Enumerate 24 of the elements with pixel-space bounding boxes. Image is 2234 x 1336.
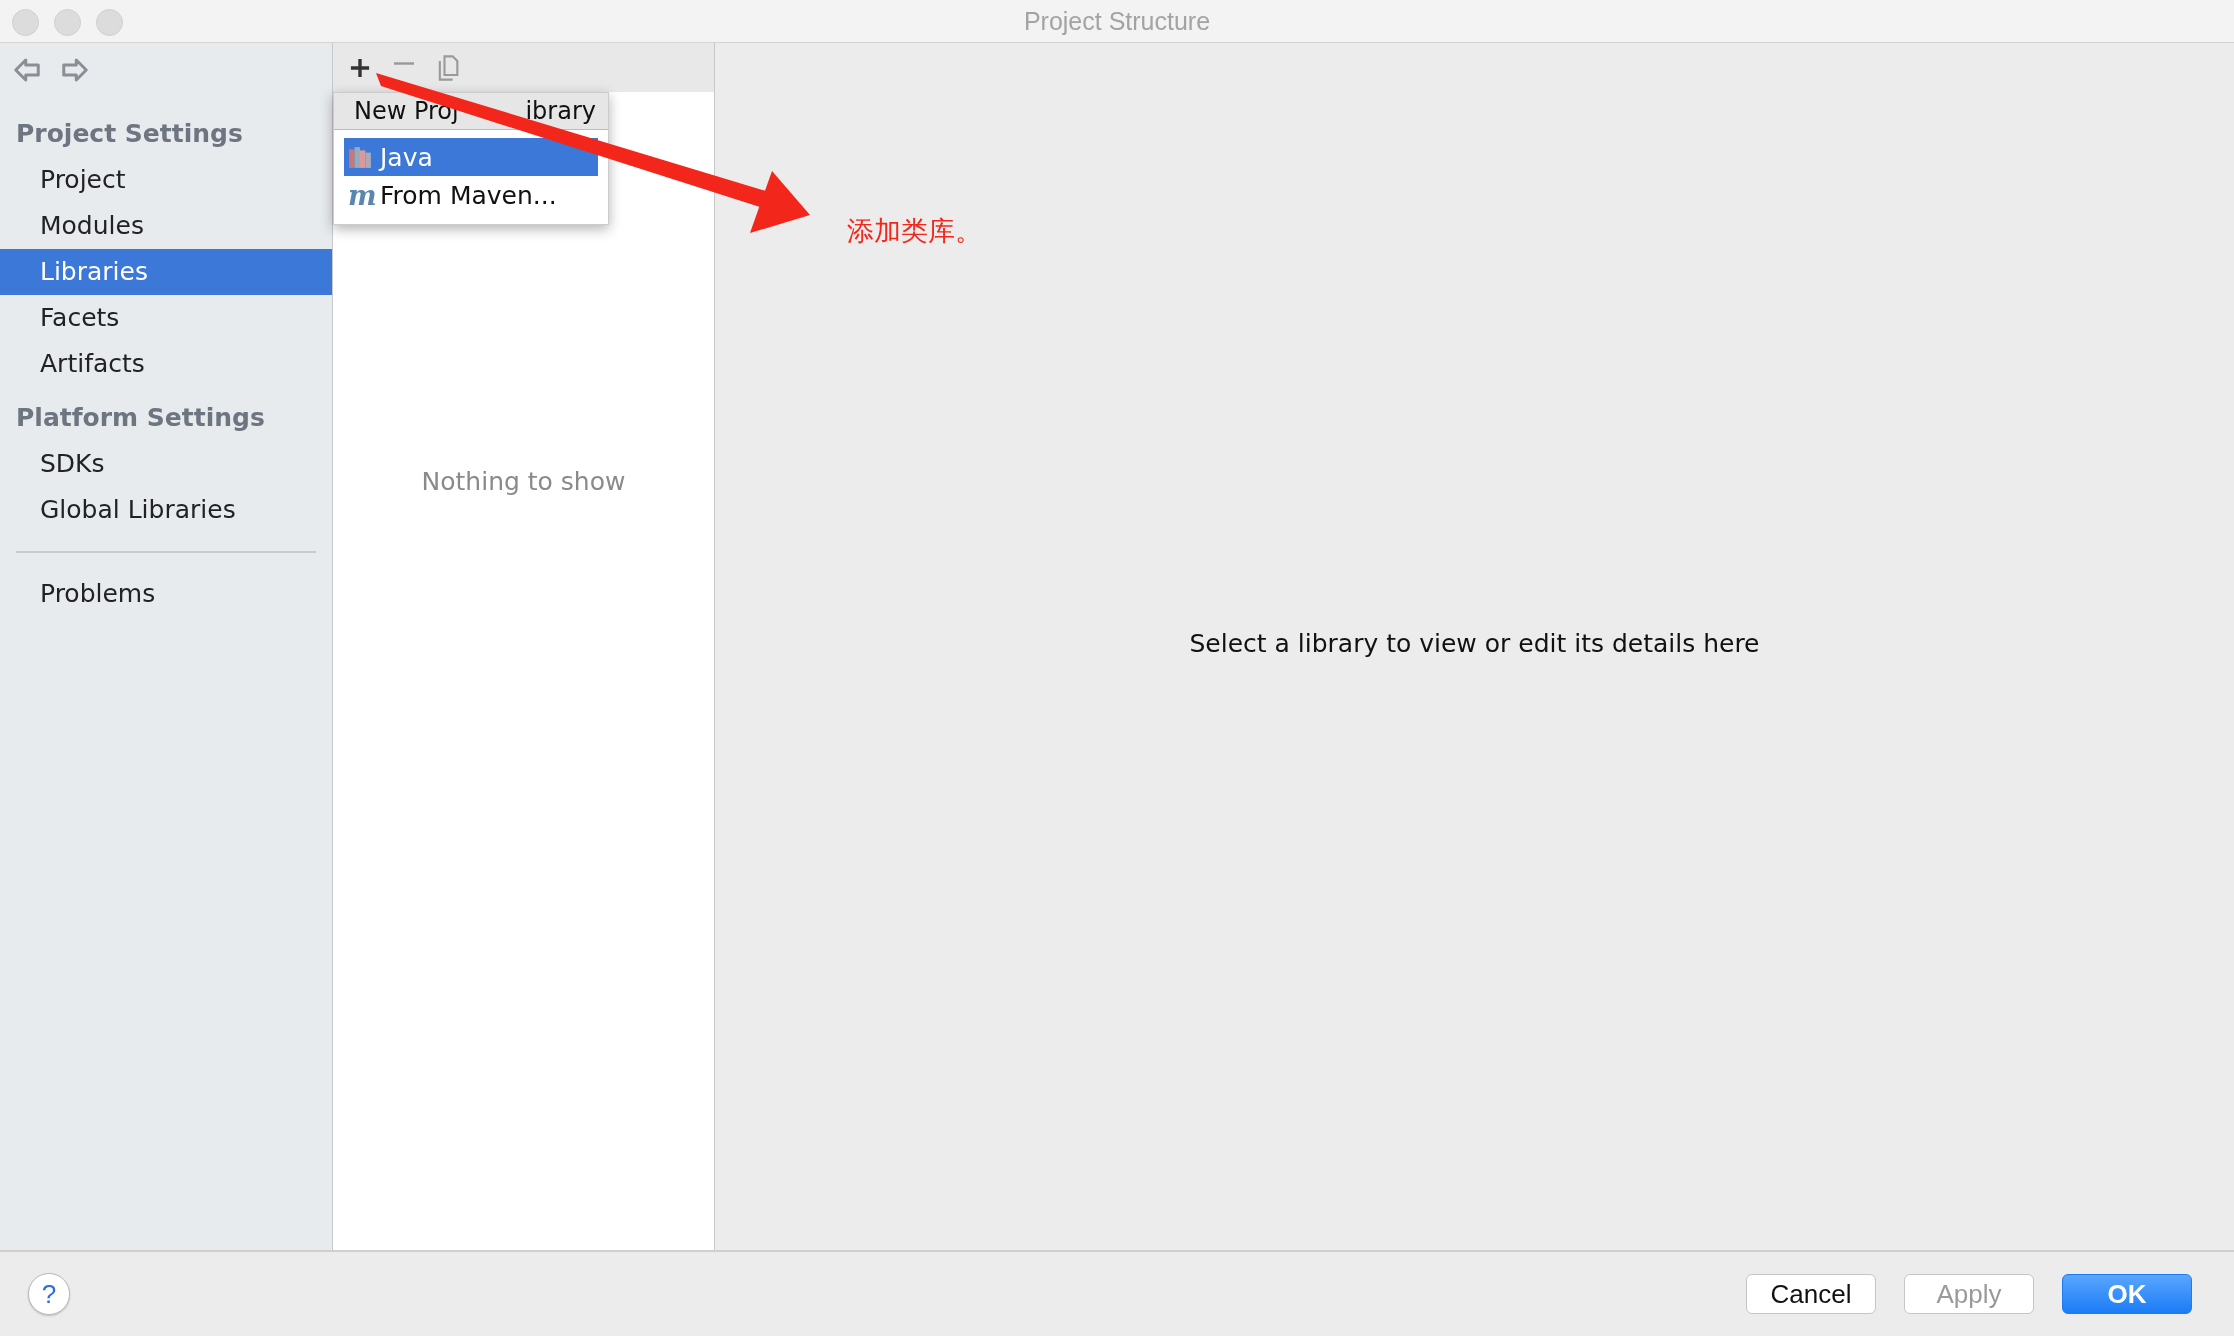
popup-title: ibrary (525, 96, 596, 127)
close-button[interactable] (12, 9, 39, 36)
window-title: Project Structure (1023, 6, 1211, 36)
menu-item[interactable]: m From Maven... (344, 176, 598, 214)
sidebar-item[interactable]: Global Libraries (0, 487, 332, 533)
sidebar-item[interactable]: SDKs (0, 441, 332, 487)
sidebar-item[interactable]: Facets (0, 295, 332, 341)
minimize-button[interactable] (54, 9, 81, 36)
sidebar-item[interactable]: Problems (0, 571, 332, 617)
annotation-text: 添加类库。 (847, 214, 982, 248)
help-button[interactable]: ? (28, 1273, 70, 1315)
sidebar-item[interactable]: Modules (0, 203, 332, 249)
menu-item[interactable]: Java (344, 138, 598, 176)
sidebar-item[interactable]: Libraries (0, 249, 332, 295)
sidebar-item[interactable]: Artifacts (0, 341, 332, 387)
section-header: Project Settings (15, 118, 244, 150)
books-icon (348, 145, 372, 169)
remove-icon[interactable] (394, 62, 414, 65)
zoom-button[interactable] (96, 9, 123, 36)
section-header: Platform Settings (15, 402, 266, 434)
empty-message: Nothing to show (421, 467, 626, 498)
detail-message: Select a library to view or edit its details here (1189, 629, 1760, 660)
sidebar-item[interactable]: Project (0, 157, 332, 203)
dialog-button[interactable]: Cancel (1746, 1274, 1876, 1314)
